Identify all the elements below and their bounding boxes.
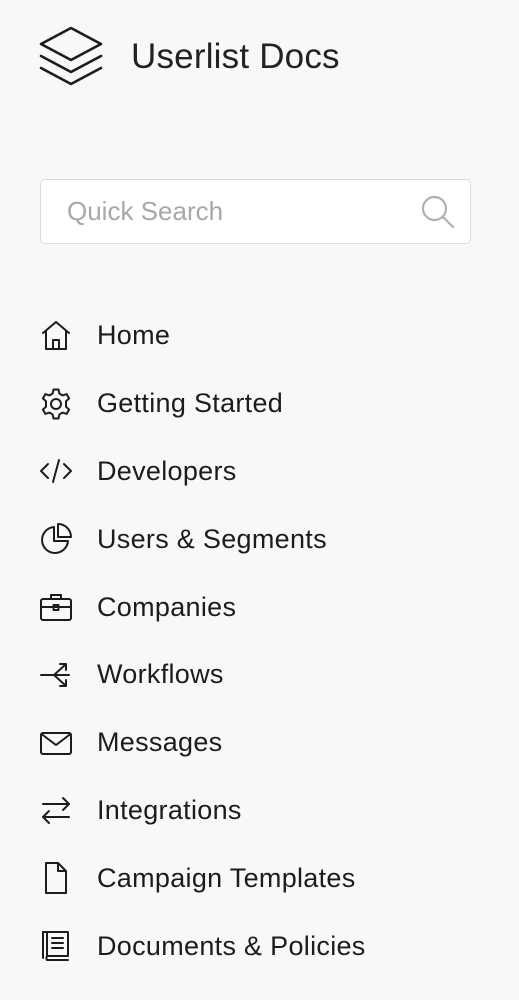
search-input[interactable] [41,180,420,243]
nav-item-companies[interactable]: Companies [38,573,498,641]
book-icon [38,928,74,964]
briefcase-icon [38,589,74,625]
workflow-icon [38,657,74,693]
search-icon[interactable] [420,194,456,230]
nav-item-workflows[interactable]: Workflows [38,641,498,709]
nav-item-label: Home [97,320,171,351]
file-icon [38,860,74,896]
nav-item-label: Documents & Policies [97,930,366,961]
envelope-icon [38,725,74,761]
nav-item-label: Integrations [97,794,242,825]
nav-item-messages[interactable]: Messages [38,709,498,777]
app-title[interactable]: Userlist Docs [131,37,340,77]
nav-item-documents-policies[interactable]: Documents & Policies [38,912,498,980]
layers-logo-icon[interactable] [38,24,104,90]
nav-item-users-segments[interactable]: Users & Segments [38,505,498,573]
nav-item-integrations[interactable]: Integrations [38,777,498,845]
nav-item-label: Users & Segments [97,523,327,554]
nav-item-label: Campaign Templates [97,862,356,893]
nav-item-getting-started[interactable]: Getting Started [38,370,498,438]
nav-item-developers[interactable]: Developers [38,438,498,506]
nav-item-label: Companies [97,591,237,622]
code-icon [38,453,74,489]
nav-item-label: Getting Started [97,388,284,419]
gear-icon [38,386,74,422]
arrows-exchange-icon [38,792,74,828]
sidebar-nav: Home Getting Started Developers Users & … [38,302,498,980]
nav-item-label: Messages [97,727,223,758]
pie-chart-icon [38,521,74,557]
nav-item-label: Developers [97,455,237,486]
nav-item-campaign-templates[interactable]: Campaign Templates [38,844,498,912]
search-box[interactable] [40,179,471,244]
header: Userlist Docs [38,22,340,92]
nav-item-home[interactable]: Home [38,302,498,370]
home-icon [38,318,74,354]
nav-item-label: Workflows [97,659,224,690]
